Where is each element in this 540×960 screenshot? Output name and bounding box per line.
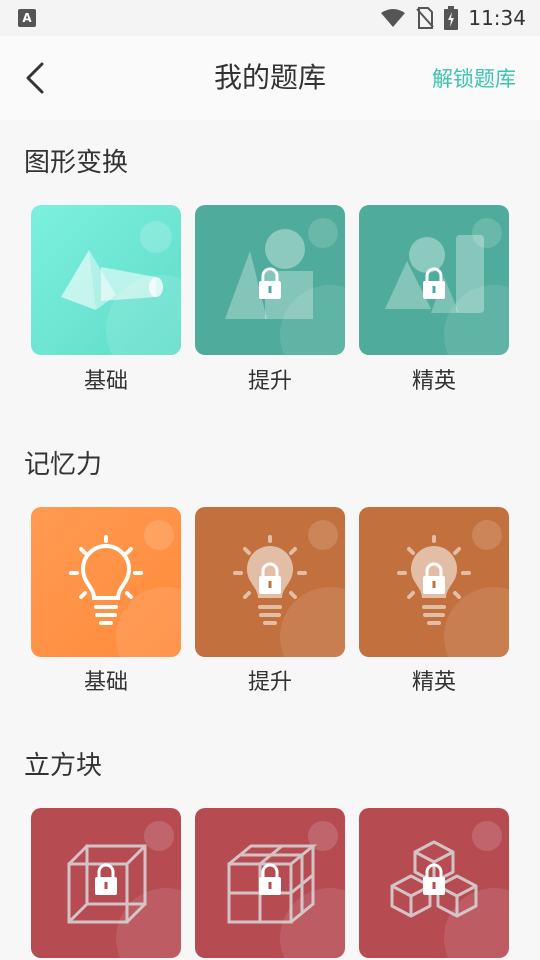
memory-basic-tile[interactable] <box>31 507 181 657</box>
tile-label: 精英 <box>411 670 456 695</box>
memory-advanced-tile[interactable] <box>195 507 345 657</box>
tile-label: 精英 <box>411 369 456 394</box>
app-notification-icon: A <box>18 9 36 27</box>
cubes-basic-illustration <box>31 808 181 958</box>
cubes-elite-tile[interactable] <box>359 808 509 958</box>
unlock-bank-link[interactable]: 解锁题库 <box>432 66 516 92</box>
tile-label: 提升 <box>247 369 292 394</box>
tile-label: 提升 <box>247 670 292 695</box>
tile-label: 基础 <box>83 670 128 695</box>
tile-label: 基础 <box>83 369 128 394</box>
memory-basic-illustration <box>31 507 181 657</box>
cubes-basic-tile[interactable] <box>31 808 181 958</box>
battery-charging-icon <box>444 6 459 30</box>
section-title-cubes: 立方块 <box>24 751 103 781</box>
status-bar: A 11:34 <box>0 0 540 36</box>
memory-elite-tile[interactable] <box>359 507 509 657</box>
wifi-icon <box>381 9 406 27</box>
memory-elite-illustration <box>359 507 509 657</box>
shape-elite-illustration <box>359 205 509 355</box>
section-title-shape-transform: 图形变换 <box>24 148 129 178</box>
shape-elite-tile[interactable] <box>359 205 509 355</box>
cubes-advanced-illustration <box>195 808 345 958</box>
shape-advanced-tile[interactable] <box>195 205 345 355</box>
cubes-advanced-tile[interactable] <box>195 808 345 958</box>
section-title-memory: 记忆力 <box>24 450 103 480</box>
clock: 11:34 <box>468 6 526 30</box>
status-icons: 11:34 <box>380 0 526 36</box>
memory-advanced-illustration <box>195 507 345 657</box>
top-app-bar: 我的题库 解锁题库 <box>0 36 540 120</box>
no-sim-icon <box>416 7 435 29</box>
shape-basic-tile[interactable] <box>31 205 181 355</box>
shape-advanced-illustration <box>195 205 345 355</box>
cubes-elite-illustration <box>359 808 509 958</box>
shape-basic-illustration <box>31 205 181 355</box>
